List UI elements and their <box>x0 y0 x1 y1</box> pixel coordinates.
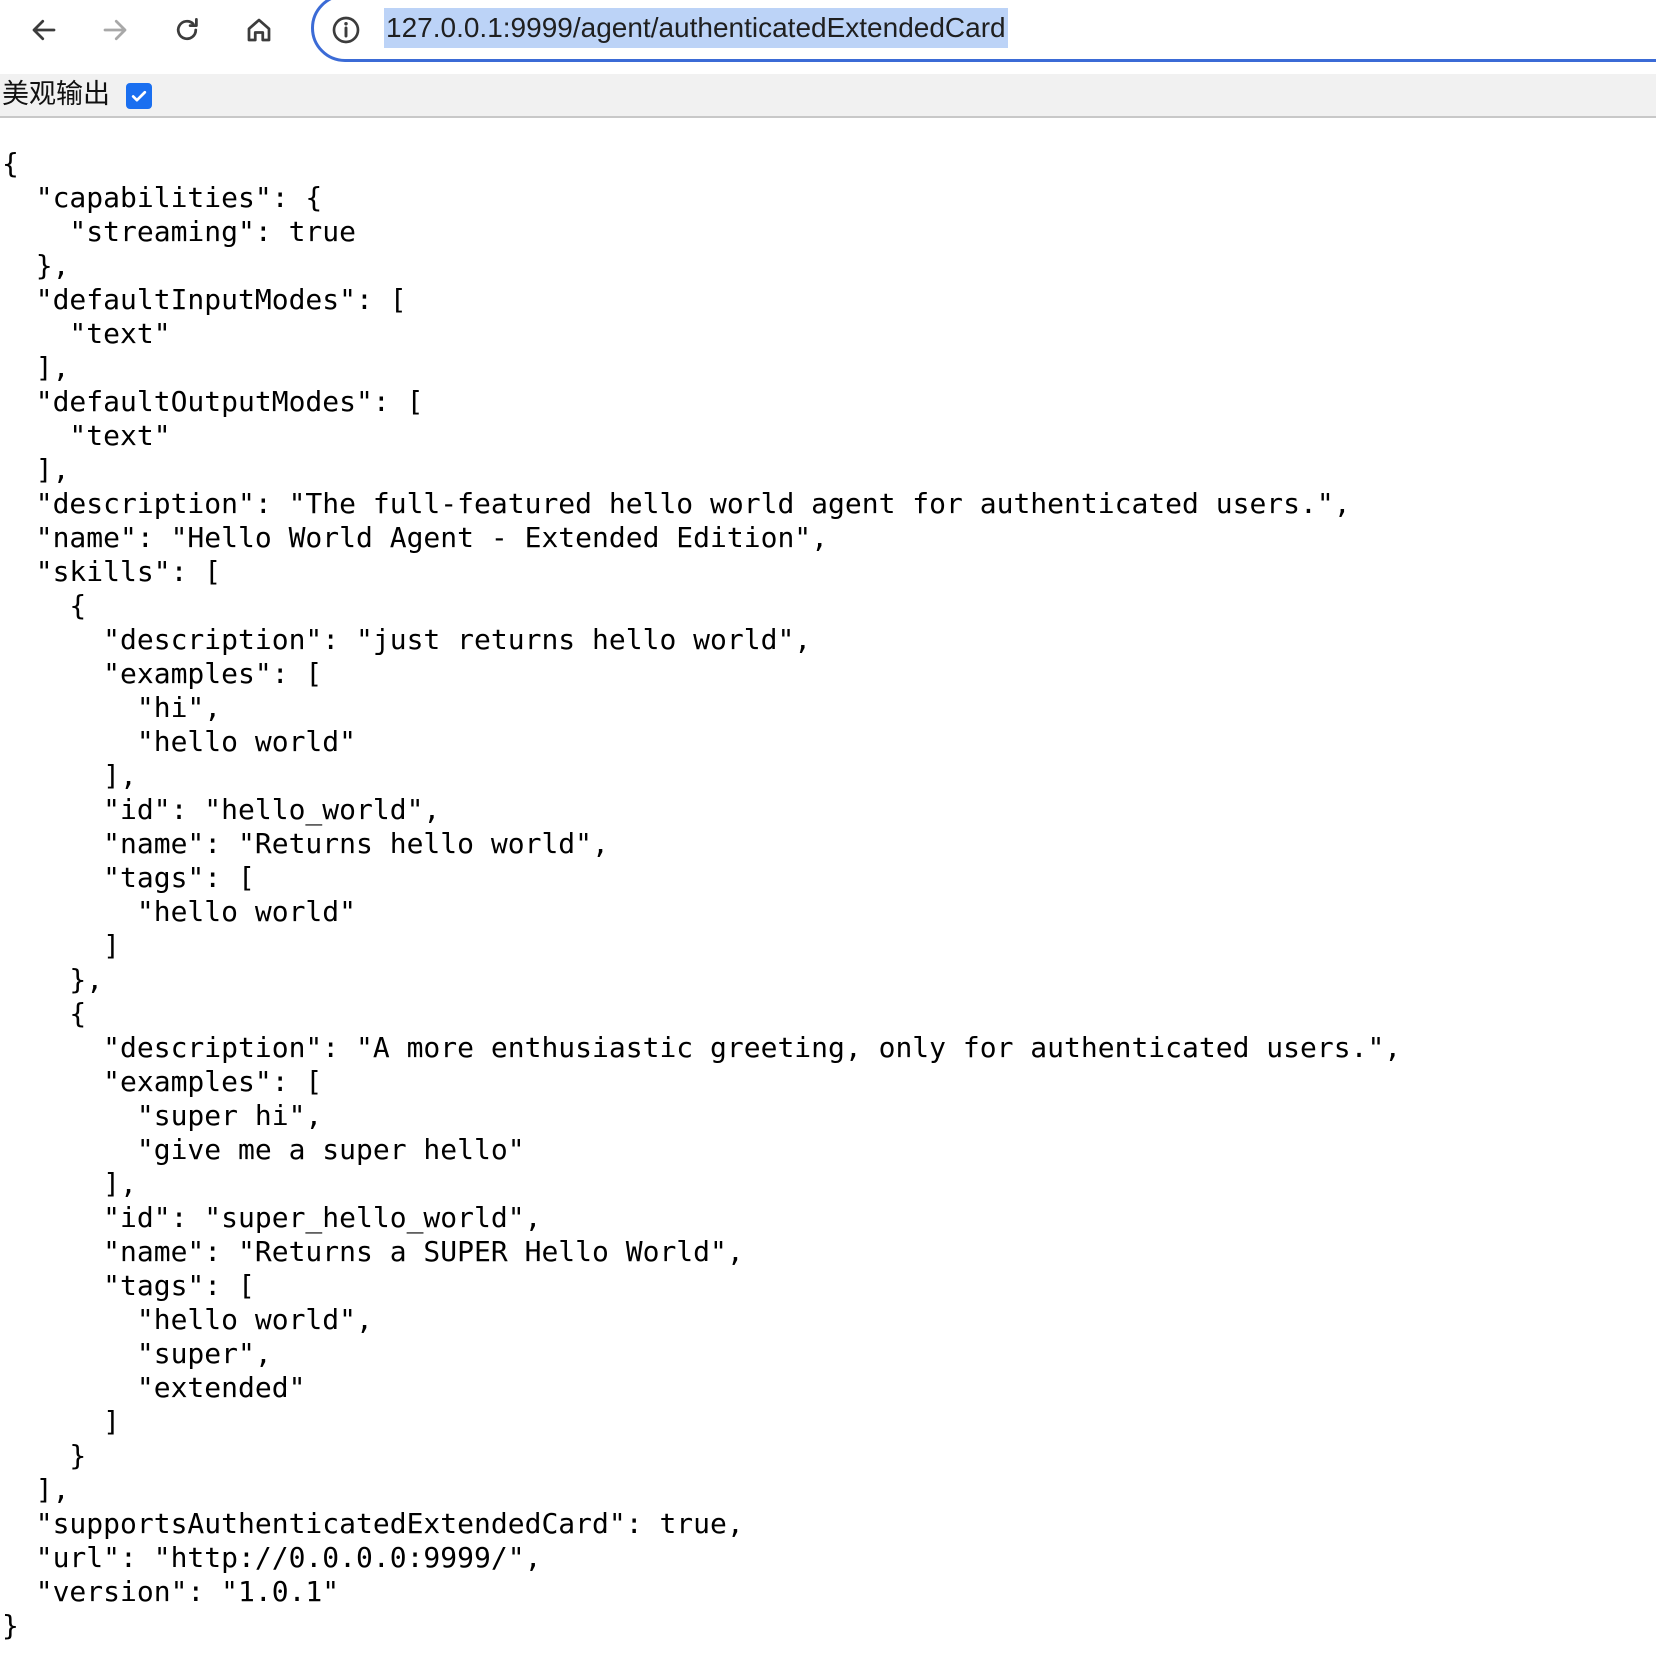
url-text[interactable]: 127.0.0.1:9999/agent/authenticatedExtend… <box>384 8 1008 48</box>
json-line: "tags": [ <box>2 1269 255 1302</box>
json-line: "description": "just returns hello world… <box>2 623 812 656</box>
pretty-print-label: 美观输出 <box>2 79 110 110</box>
json-line: }, <box>2 963 104 996</box>
json-line: "name": "Returns a SUPER Hello World", <box>2 1235 744 1268</box>
json-line: "text" <box>2 419 171 452</box>
json-line: "examples": [ <box>2 1065 323 1098</box>
browser-toolbar: 127.0.0.1:9999/agent/authenticatedExtend… <box>0 0 1656 72</box>
json-line: "hello world" <box>2 895 357 928</box>
json-line: { <box>2 589 87 622</box>
json-line: "hello world", <box>2 1303 373 1336</box>
json-line: "examples": [ <box>2 657 323 690</box>
home-icon <box>247 18 271 42</box>
pretty-print-checkbox[interactable] <box>126 83 152 109</box>
json-line: ], <box>2 453 70 486</box>
json-line: ], <box>2 1473 70 1506</box>
back-button[interactable] <box>24 10 64 50</box>
json-line: ], <box>2 351 70 384</box>
home-button[interactable] <box>239 10 279 50</box>
json-line: "version": "1.0.1" <box>2 1575 340 1608</box>
site-info-button[interactable] <box>330 14 362 46</box>
json-line: "super hi", <box>2 1099 323 1132</box>
json-line: { <box>2 147 19 180</box>
json-line: "name": "Hello World Agent - Extended Ed… <box>2 521 829 554</box>
reload-icon <box>176 18 198 41</box>
json-line: "skills": [ <box>2 555 222 588</box>
json-line: "tags": [ <box>2 861 255 894</box>
json-line: "give me a super hello" <box>2 1133 525 1166</box>
json-line: "text" <box>2 317 171 350</box>
json-line: ], <box>2 759 137 792</box>
json-line: { <box>2 997 87 1030</box>
json-line: ] <box>2 929 121 962</box>
json-line: "description": "A more enthusiastic gree… <box>2 1031 1402 1064</box>
checkmark-icon <box>131 90 147 102</box>
json-line: "supportsAuthenticatedExtendedCard": tru… <box>2 1507 744 1540</box>
json-line: } <box>2 1609 19 1642</box>
json-line: "super", <box>2 1337 272 1370</box>
json-line: "extended" <box>2 1371 306 1404</box>
json-line: "capabilities": { <box>2 181 323 214</box>
json-viewer-toolbar: 美观输出 <box>0 74 1656 118</box>
json-line: } <box>2 1439 87 1472</box>
forward-button[interactable] <box>95 10 135 50</box>
json-line: }, <box>2 249 70 282</box>
json-line: "url": "http://0.0.0.0:9999/", <box>2 1541 542 1574</box>
arrow-right-icon <box>103 19 127 41</box>
json-line: "defaultOutputModes": [ <box>2 385 424 418</box>
json-line: "id": "super_hello_world", <box>2 1201 542 1234</box>
json-line: "streaming": true <box>2 215 357 248</box>
json-line: ], <box>2 1167 137 1200</box>
json-line: "defaultInputModes": [ <box>2 283 407 316</box>
reload-button[interactable] <box>167 10 207 50</box>
json-content: { "capabilities": { "streaming": true },… <box>2 147 1401 1643</box>
json-line: "hello world" <box>2 725 357 758</box>
arrow-left-icon <box>32 19 56 41</box>
json-line: "id": "hello_world", <box>2 793 441 826</box>
json-line: "name": "Returns hello world", <box>2 827 609 860</box>
info-icon <box>332 16 360 44</box>
json-line: "description": "The full-featured hello … <box>2 487 1351 520</box>
json-line: "hi", <box>2 691 222 724</box>
json-line: ] <box>2 1405 121 1438</box>
